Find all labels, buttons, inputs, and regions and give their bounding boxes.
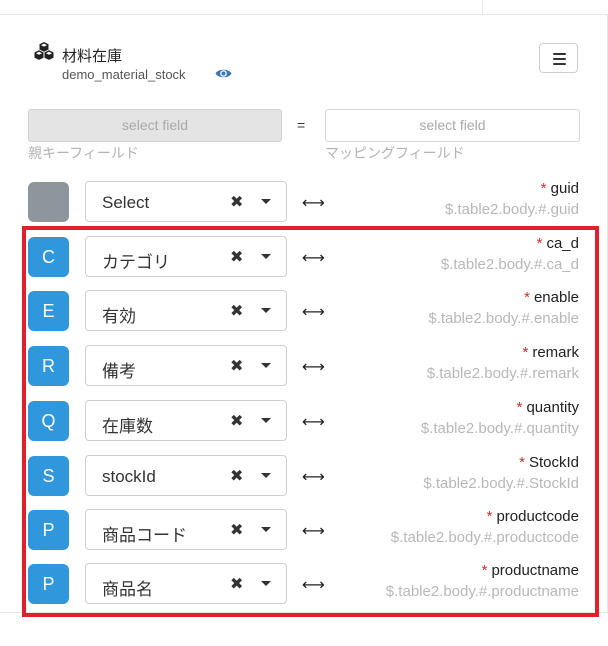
required-mark: *	[536, 235, 543, 252]
source-field-select[interactable]: 有効 ✖	[85, 290, 287, 331]
required-mark: *	[516, 399, 523, 416]
target-field-name: * quantity	[516, 399, 579, 416]
target-field-name: * guid	[540, 180, 579, 197]
bottom-divider	[0, 612, 608, 613]
required-mark: *	[486, 508, 493, 525]
source-field-select[interactable]: 在庫数 ✖	[85, 400, 287, 441]
field-type-badge: S	[28, 456, 69, 496]
source-field-select[interactable]: 商品名 ✖	[85, 563, 287, 604]
chevron-down-icon[interactable]	[261, 199, 271, 204]
field-type-badge	[28, 182, 69, 222]
mapping-row-guid: Select ✖ ⟷ * guid $.table2.body.#.guid	[0, 180, 608, 225]
select-value: stockId	[102, 467, 156, 486]
left-right-arrow-icon: ⟷	[302, 523, 325, 540]
eye-icon[interactable]	[215, 67, 232, 80]
source-field-select[interactable]: 商品コード ✖	[85, 509, 287, 550]
chevron-down-icon[interactable]	[261, 308, 271, 313]
chevron-down-icon[interactable]	[261, 254, 271, 259]
mapping-field-select[interactable]: select field	[325, 109, 580, 142]
target-field-name: * productcode	[486, 508, 579, 525]
source-field-select[interactable]: Select ✖	[85, 181, 287, 222]
field-type-badge: R	[28, 346, 69, 386]
field-type-badge: P	[28, 510, 69, 550]
chevron-down-icon[interactable]	[261, 418, 271, 423]
source-field-select[interactable]: カテゴリ ✖	[85, 236, 287, 277]
mapping-row-stockid: S stockId ✖ ⟷ * StockId $.table2.body.#.S…	[0, 454, 608, 499]
clear-icon[interactable]: ✖	[230, 574, 243, 594]
left-right-arrow-icon: ⟷	[302, 250, 325, 267]
left-right-arrow-icon: ⟷	[302, 195, 325, 212]
target-field-path: $.table2.body.#.productname	[385, 583, 579, 600]
parent-key-field-label: 親キーフィールド	[28, 145, 139, 161]
table-name: demo_material_stock	[62, 67, 186, 82]
field-type-badge: C	[28, 237, 69, 277]
select-value: カテゴリ	[102, 253, 170, 272]
select-value: 在庫数	[102, 417, 153, 436]
clear-icon[interactable]: ✖	[230, 301, 243, 321]
field-type-badge: E	[28, 291, 69, 331]
cubes-icon	[34, 42, 54, 60]
target-field-path: $.table2.body.#.quantity	[420, 420, 579, 437]
clear-icon[interactable]: ✖	[230, 247, 243, 267]
select-value: 有効	[102, 307, 136, 326]
target-field-path: $.table2.body.#.ca_d	[440, 256, 579, 273]
mapping-row-productcode: P 商品コード ✖ ⟷ * productcode $.table2.body.#…	[0, 508, 608, 553]
target-field-path: $.table2.body.#.remark	[426, 365, 579, 382]
source-field-select[interactable]: stockId ✖	[85, 455, 287, 496]
target-field-name: * enable	[524, 289, 579, 306]
required-mark: *	[524, 289, 530, 306]
target-field-name: * ca_d	[536, 235, 579, 252]
clear-icon[interactable]: ✖	[230, 356, 243, 376]
chevron-down-icon[interactable]	[261, 527, 271, 532]
required-mark: *	[540, 180, 547, 197]
mapping-row-productname: P 商品名 ✖ ⟷ * productname $.table2.body.#.p…	[0, 562, 608, 607]
parent-key-field-select[interactable]: select field	[28, 109, 282, 142]
source-field-select[interactable]: 備考 ✖	[85, 345, 287, 386]
clear-icon[interactable]: ✖	[230, 466, 243, 486]
left-right-arrow-icon: ⟷	[302, 469, 325, 486]
target-field-name: * remark	[522, 344, 579, 361]
select-value: 商品コード	[102, 526, 187, 545]
mapping-row-enable: E 有効 ✖ ⟷ * enable $.table2.body.#.enable	[0, 289, 608, 334]
target-field-path: $.table2.body.#.enable	[428, 310, 579, 327]
required-mark: *	[519, 454, 525, 471]
top-divider-vertical	[482, 0, 483, 14]
required-mark: *	[522, 344, 529, 361]
clear-icon[interactable]: ✖	[230, 411, 243, 431]
target-field-path: $.table2.body.#.productcode	[390, 529, 579, 546]
field-type-badge: Q	[28, 401, 69, 441]
mapping-field-label: マッピングフィールド	[325, 145, 465, 161]
field-type-badge: P	[28, 564, 69, 604]
chevron-down-icon[interactable]	[261, 363, 271, 368]
left-right-arrow-icon: ⟷	[302, 414, 325, 431]
clear-icon[interactable]: ✖	[230, 520, 243, 540]
select-value: 商品名	[102, 580, 153, 599]
mapping-row-remark: R 備考 ✖ ⟷ * remark $.table2.body.#.remark	[0, 344, 608, 389]
chevron-down-icon[interactable]	[261, 473, 271, 478]
clear-icon[interactable]: ✖	[230, 192, 243, 212]
chevron-down-icon[interactable]	[261, 581, 271, 586]
target-field-name: * StockId	[519, 454, 579, 471]
equals-sign: =	[297, 117, 306, 133]
left-right-arrow-icon: ⟷	[302, 304, 325, 321]
page-title: 材料在庫	[62, 48, 123, 65]
mapping-row-ca_d: C カテゴリ ✖ ⟷ * ca_d $.table2.body.#.ca_d	[0, 235, 608, 280]
left-right-arrow-icon: ⟷	[302, 359, 325, 376]
target-field-name: * productname	[481, 562, 579, 579]
mapping-row-quantity: Q 在庫数 ✖ ⟷ * quantity $.table2.body.#.quan…	[0, 399, 608, 444]
target-field-path: $.table2.body.#.StockId	[423, 475, 579, 492]
select-value: Select	[102, 193, 150, 212]
select-value: 備考	[102, 362, 136, 381]
left-right-arrow-icon: ⟷	[302, 577, 325, 594]
required-mark: *	[481, 562, 488, 579]
hamburger-menu-icon[interactable]	[539, 43, 578, 73]
target-field-path: $.table2.body.#.guid	[445, 201, 579, 218]
